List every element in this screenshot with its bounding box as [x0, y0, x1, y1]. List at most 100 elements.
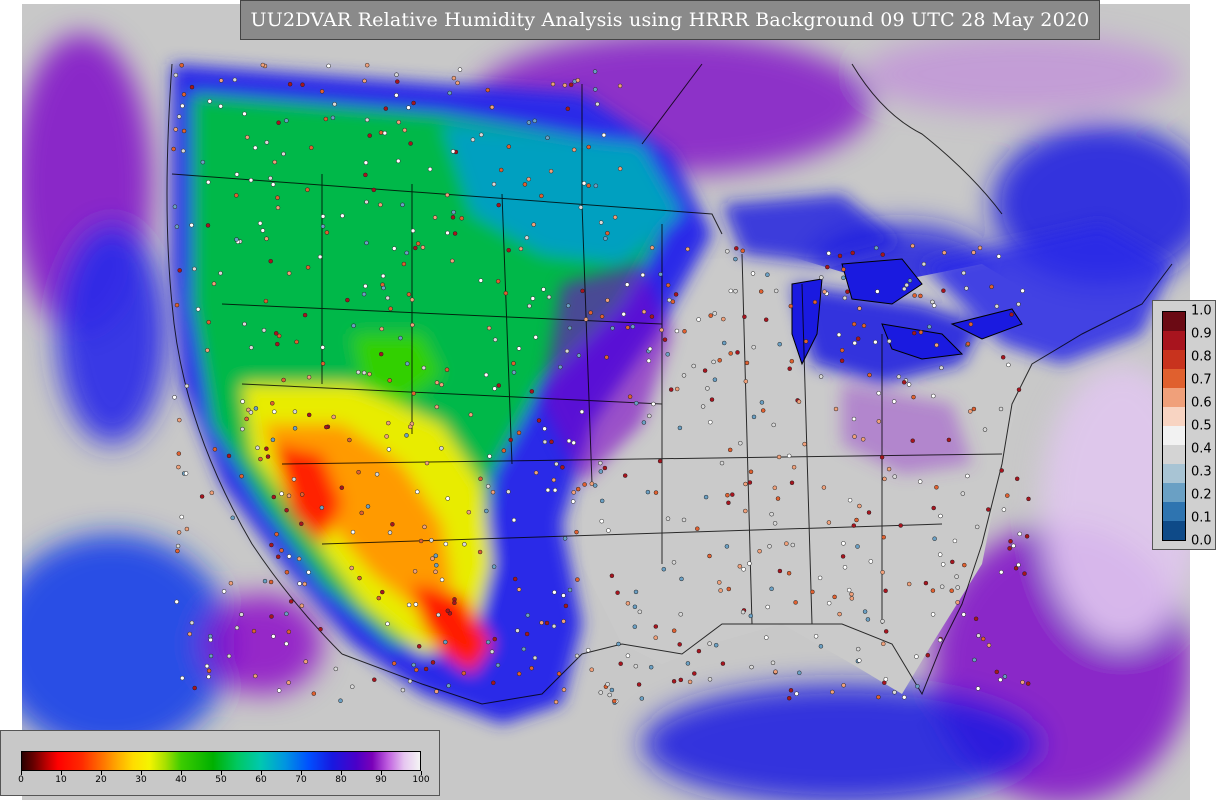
station-marker	[769, 586, 774, 592]
station-marker	[444, 367, 450, 372]
station-marker	[618, 661, 623, 666]
station-marker	[604, 355, 609, 360]
station-marker	[892, 474, 897, 479]
station-marker	[466, 509, 472, 515]
station-marker	[709, 397, 715, 402]
station-marker	[925, 652, 931, 658]
station-marker	[492, 636, 498, 642]
station-marker	[581, 181, 587, 186]
station-marker	[545, 487, 551, 493]
station-marker	[516, 346, 522, 351]
station-marker	[529, 389, 535, 394]
station-marker	[286, 493, 292, 499]
prob-tick-label: 0.3	[1191, 464, 1212, 480]
station-marker	[743, 379, 749, 384]
station-marker	[249, 345, 254, 350]
station-marker	[542, 426, 547, 431]
station-marker	[413, 245, 418, 251]
station-marker	[846, 587, 852, 593]
station-marker	[601, 132, 607, 138]
station-marker	[262, 578, 268, 584]
station-marker	[272, 409, 277, 414]
station-marker	[649, 314, 655, 319]
prob-tick-label: 0.7	[1191, 372, 1212, 388]
station-marker	[598, 690, 603, 695]
station-marker	[930, 299, 935, 305]
station-marker	[633, 663, 639, 669]
station-marker	[404, 433, 409, 438]
station-marker	[391, 661, 397, 666]
prob-color-segment	[1163, 426, 1185, 445]
station-marker	[898, 523, 903, 528]
station-marker	[177, 417, 182, 423]
station-marker	[396, 119, 401, 125]
station-marker	[602, 465, 608, 471]
station-marker	[712, 311, 717, 316]
station-marker	[484, 508, 489, 514]
station-marker	[788, 303, 794, 309]
station-marker	[861, 323, 867, 328]
station-marker	[556, 671, 562, 676]
station-marker	[281, 151, 286, 157]
station-marker	[667, 297, 672, 303]
station-marker	[532, 655, 538, 661]
station-marker	[526, 176, 531, 182]
station-marker	[837, 253, 843, 259]
station-marker	[286, 271, 292, 276]
station-marker	[647, 413, 652, 419]
station-marker	[388, 306, 393, 311]
station-marker	[906, 581, 912, 587]
station-marker	[857, 658, 862, 663]
station-marker	[287, 81, 293, 87]
station-marker	[851, 523, 857, 528]
station-marker	[180, 675, 185, 681]
station-marker	[649, 245, 655, 250]
station-marker	[678, 677, 684, 683]
station-marker	[261, 328, 267, 333]
station-marker	[192, 266, 197, 272]
station-marker	[855, 646, 861, 652]
station-marker	[450, 215, 456, 220]
station-marker	[270, 437, 276, 443]
station-marker	[598, 220, 604, 225]
station-marker	[707, 553, 712, 559]
station-marker	[712, 377, 718, 382]
station-marker	[443, 541, 449, 547]
station-marker	[617, 166, 623, 171]
station-marker	[566, 303, 571, 308]
station-marker	[200, 159, 206, 165]
station-marker	[918, 330, 924, 335]
station-marker	[847, 497, 853, 503]
station-marker	[842, 295, 848, 301]
station-marker	[434, 563, 439, 568]
station-marker	[605, 298, 610, 303]
station-marker	[174, 302, 180, 308]
station-marker	[539, 620, 544, 625]
station-marker	[874, 245, 879, 251]
prob-color-segment	[1163, 369, 1185, 388]
station-marker	[733, 288, 738, 294]
station-marker	[972, 657, 977, 663]
station-marker	[621, 311, 626, 317]
station-marker	[1016, 387, 1022, 392]
station-marker	[230, 515, 235, 521]
station-marker	[930, 612, 936, 617]
station-marker	[394, 72, 399, 77]
station-marker	[452, 231, 458, 236]
station-marker	[589, 667, 594, 672]
station-marker	[1014, 476, 1020, 482]
station-marker	[268, 258, 273, 264]
station-marker	[852, 340, 857, 346]
station-marker	[996, 254, 1002, 259]
station-marker	[439, 382, 444, 387]
station-marker	[516, 430, 522, 436]
station-marker	[276, 688, 282, 693]
station-marker	[234, 237, 239, 242]
station-marker	[931, 393, 936, 399]
station-marker	[999, 569, 1004, 575]
station-marker	[400, 687, 406, 693]
station-marker	[986, 507, 991, 512]
station-marker	[986, 643, 992, 648]
station-marker	[696, 317, 701, 322]
station-marker	[881, 641, 886, 647]
